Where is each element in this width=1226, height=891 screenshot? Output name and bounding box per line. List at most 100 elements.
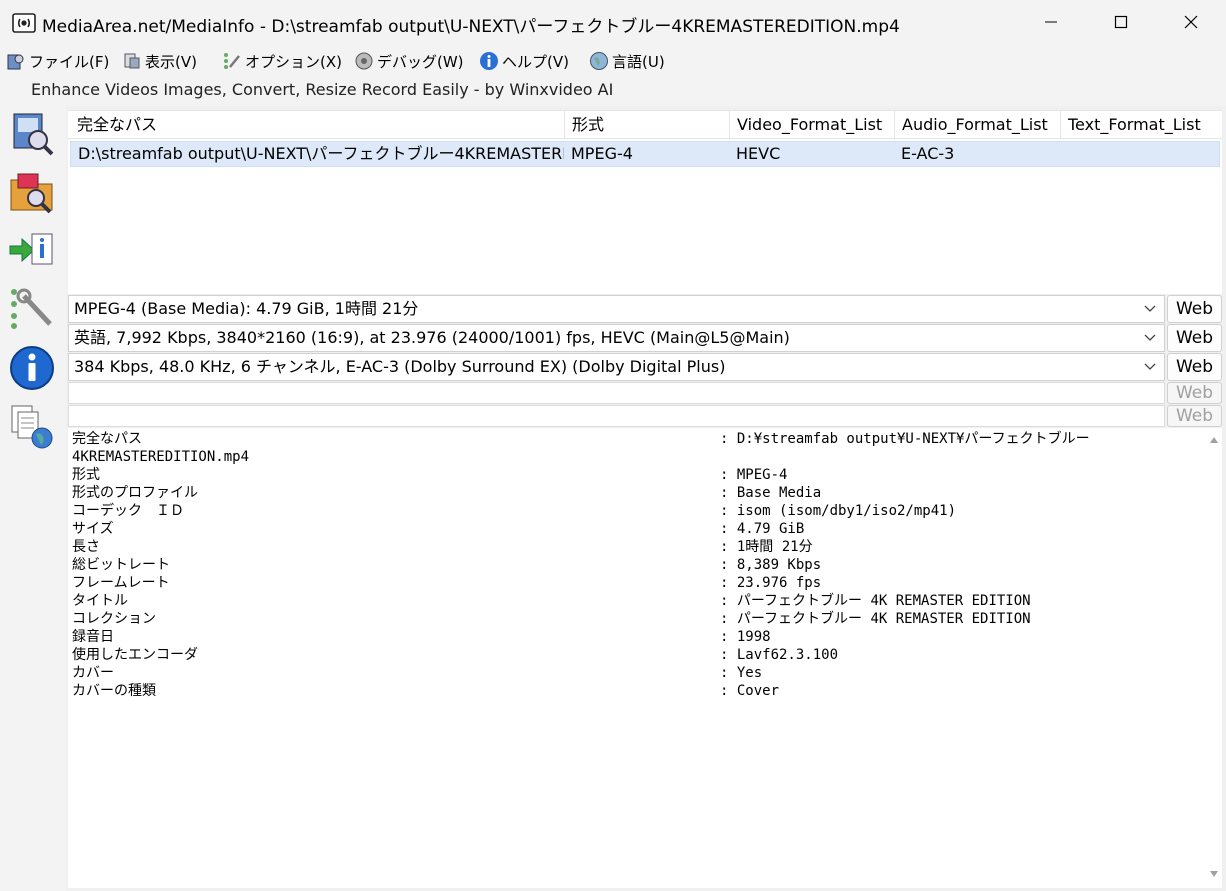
row-video-format-cell: HEVC xyxy=(736,144,781,163)
debug-menu-icon xyxy=(355,52,373,70)
column-header-text-format[interactable]: Text_Format_List xyxy=(1061,111,1222,139)
info-menu-icon xyxy=(480,52,498,70)
video-web-button[interactable]: Web xyxy=(1167,324,1222,352)
ad-bar: Enhance Videos Images, Convert, Resize R… xyxy=(0,77,1226,106)
scroll-down-icon[interactable] xyxy=(1209,870,1219,878)
info-label: カバー xyxy=(72,665,114,681)
info-value: : 4.79 GiB xyxy=(720,521,805,537)
menu-file-label: ファイル(F) xyxy=(29,52,110,71)
wrench-icon xyxy=(11,288,52,329)
info-icon xyxy=(10,346,54,390)
info-value: : 1時間 21分 xyxy=(720,539,813,555)
menu-bar: ファイル(F) 表示(V) オプション(X) デバッグ(W) ヘルプ(V) 言語… xyxy=(0,44,1226,77)
audio-stream-value: 384 Kbps, 48.0 KHz, 6 チャンネル, E-AC-3 (Dol… xyxy=(74,357,726,376)
column-header-audio-format[interactable]: Audio_Format_List xyxy=(895,111,1061,139)
row-text-format-cell xyxy=(1060,142,1220,166)
info-value: : 23.976 fps xyxy=(720,575,822,591)
main-area: 完全なパス 形式 Video_Format_List Audio_Format_… xyxy=(66,106,1226,891)
file-list: 完全なパス 形式 Video_Format_List Audio_Format_… xyxy=(68,110,1222,294)
info-label: コーデック ＩＤ xyxy=(72,503,184,519)
row-path-cell: D:\streamfab output\U-NEXT\パーフェクトブルー4KRE… xyxy=(78,144,564,163)
info-value: : 8,389 Kbps xyxy=(720,557,822,573)
open-file-button[interactable] xyxy=(6,108,58,160)
menu-options[interactable]: オプション(X) xyxy=(222,49,342,73)
column-header-video-format[interactable]: Video_Format_List xyxy=(730,111,895,139)
info-label: カバーの種類 xyxy=(72,683,156,699)
menu-debug-label: デバッグ(W) xyxy=(377,52,464,71)
info-value: : パーフェクトブルー 4K REMASTER EDITION xyxy=(720,593,1031,609)
view-menu-icon xyxy=(124,53,140,69)
column-header-path[interactable]: 完全なパス xyxy=(70,111,565,139)
mediainfo-app-icon xyxy=(12,13,36,33)
info-value: : Lavf62.3.100 xyxy=(720,647,839,663)
info-value: : 1998 xyxy=(720,629,771,645)
other-stream-select[interactable] xyxy=(68,405,1165,427)
info-label: サイズ xyxy=(72,521,114,537)
web-info-button[interactable] xyxy=(6,400,58,452)
video-stream-value: 英語, 7,992 Kbps, 3840*2160 (16:9), at 23.… xyxy=(74,328,790,347)
pages-globe-icon xyxy=(11,405,53,449)
menu-help-label: ヘルプ(V) xyxy=(502,52,569,71)
row-audio-format-cell: E-AC-3 xyxy=(901,144,955,163)
file-list-header: 完全なパス 形式 Video_Format_List Audio_Format_… xyxy=(68,111,1222,139)
scroll-up-icon[interactable] xyxy=(1209,436,1219,444)
info-label: フレームレート xyxy=(72,575,170,591)
text-stream-select[interactable] xyxy=(68,382,1165,404)
about-button[interactable] xyxy=(6,342,58,394)
open-file-icon xyxy=(13,113,54,156)
menu-file[interactable]: ファイル(F) xyxy=(6,49,109,73)
title-bar: MediaArea.net/MediaInfo - D:\streamfab o… xyxy=(0,0,1226,44)
open-folder-icon xyxy=(10,173,53,214)
info-label: タイトル xyxy=(72,593,128,609)
maximize-button[interactable] xyxy=(1086,0,1156,44)
info-value: : Cover xyxy=(720,683,780,699)
close-button[interactable] xyxy=(1156,0,1226,44)
info-label: 長さ xyxy=(72,539,100,555)
chevron-down-icon xyxy=(1144,305,1156,312)
info-scrollbar[interactable] xyxy=(1206,428,1222,888)
general-stream-select[interactable]: MPEG-4 (Base Media): 4.79 GiB, 1時間 21分 xyxy=(68,295,1165,323)
menu-view-label: 表示(V) xyxy=(145,52,197,71)
file-menu-icon xyxy=(7,54,24,70)
column-header-format[interactable]: 形式 xyxy=(565,111,730,139)
row-format-cell: MPEG-4 xyxy=(571,144,633,163)
info-text-pane[interactable]: 完全なパス : D:¥streamfab output¥U-NEXT¥パーフェク… xyxy=(68,428,1222,888)
close-icon xyxy=(1184,15,1198,29)
info-label-path: 完全なパス xyxy=(72,431,142,447)
video-stream-select[interactable]: 英語, 7,992 Kbps, 3840*2160 (16:9), at 23.… xyxy=(68,324,1165,352)
menu-debug[interactable]: デバッグ(W) xyxy=(354,49,464,73)
info-label: コレクション xyxy=(72,611,156,627)
menu-language[interactable]: 言語(U) xyxy=(589,49,665,73)
info-label: 形式 xyxy=(72,467,100,483)
audio-web-button[interactable]: Web xyxy=(1167,353,1222,381)
window-title: MediaArea.net/MediaInfo - D:\streamfab o… xyxy=(42,17,900,37)
text-web-button[interactable]: Web xyxy=(1167,382,1222,404)
sidebar xyxy=(0,106,66,891)
menu-language-label: 言語(U) xyxy=(612,52,665,71)
minimize-button[interactable] xyxy=(1016,0,1086,44)
chevron-down-icon xyxy=(1144,334,1156,341)
menu-help[interactable]: ヘルプ(V) xyxy=(479,49,569,73)
info-label: 総ビットレート xyxy=(72,557,170,573)
other-web-button[interactable]: Web xyxy=(1167,405,1222,427)
general-web-button[interactable]: Web xyxy=(1167,295,1222,323)
ad-link[interactable]: Enhance Videos Images, Convert, Resize R… xyxy=(31,80,613,99)
info-label: 使用したエンコーダ xyxy=(72,647,198,663)
open-folder-button[interactable] xyxy=(6,166,58,218)
menu-view[interactable]: 表示(V) xyxy=(122,49,197,73)
globe-menu-icon xyxy=(590,52,608,70)
preferences-button[interactable] xyxy=(6,282,58,334)
info-value: : パーフェクトブルー 4K REMASTER EDITION xyxy=(720,611,1031,627)
audio-stream-select[interactable]: 384 Kbps, 48.0 KHz, 6 チャンネル, E-AC-3 (Dol… xyxy=(68,353,1165,381)
info-value: : MPEG-4 xyxy=(720,467,788,483)
menu-options-label: オプション(X) xyxy=(245,52,342,71)
table-row[interactable]: D:\streamfab output\U-NEXT\パーフェクトブルー4KRE… xyxy=(70,141,1220,167)
export-icon xyxy=(9,233,53,265)
info-value: : Yes xyxy=(720,665,763,681)
general-stream-value: MPEG-4 (Base Media): 4.79 GiB, 1時間 21分 xyxy=(74,299,419,318)
chevron-down-icon xyxy=(1144,363,1156,370)
info-label: 録音日 xyxy=(72,629,114,645)
info-value-path: : D:¥streamfab output¥U-NEXT¥パーフェクトブルー xyxy=(720,431,1090,447)
export-button[interactable] xyxy=(6,224,58,276)
info-value: : Base Media xyxy=(720,485,822,501)
